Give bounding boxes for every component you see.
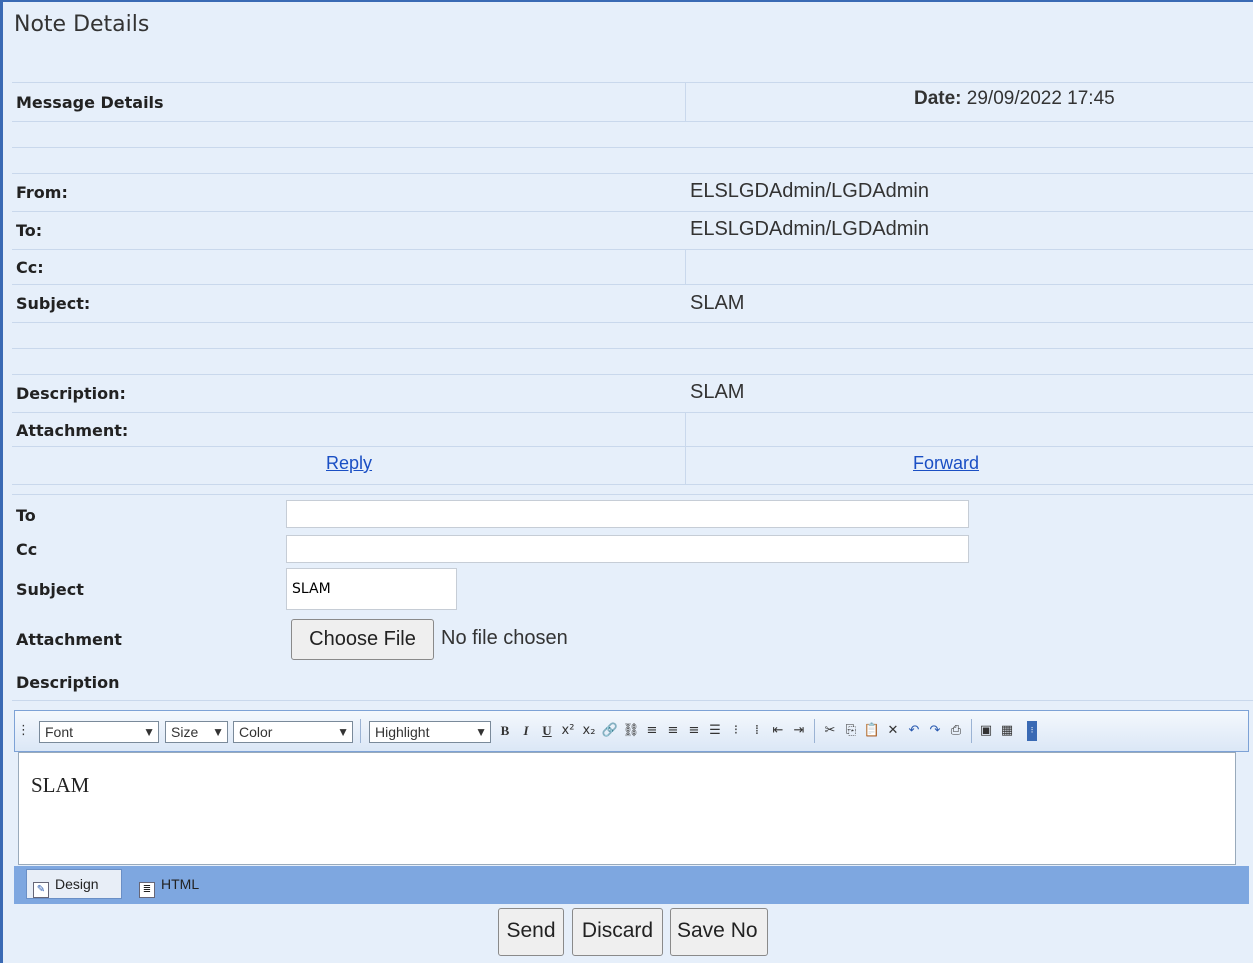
row-divider (12, 82, 1253, 83)
compose-to-input[interactable] (286, 500, 969, 528)
cut-icon[interactable]: ✂ (821, 721, 839, 741)
editor-mode-bar: ✎ Design ≣ HTML (14, 866, 1249, 904)
copy-icon[interactable]: ⎘ (842, 721, 860, 741)
row-divider (12, 412, 1253, 413)
table-icon[interactable]: ▦ (998, 721, 1016, 741)
font-select[interactable]: Font ▼ (39, 721, 159, 743)
no-file-text: No file chosen (441, 627, 568, 649)
subject-label: Subject: (16, 294, 91, 313)
justify-icon[interactable]: ☰ (706, 721, 724, 741)
row-divider (12, 494, 1253, 495)
compose-subject-label: Subject (16, 580, 84, 599)
image-icon[interactable]: ▣ (977, 721, 995, 741)
to-value: ELSLGDAdmin/LGDAdmin (690, 218, 929, 240)
chevron-down-icon: ▼ (212, 725, 224, 739)
size-select-label: Size (171, 724, 199, 740)
editor-content[interactable]: SLAM (18, 752, 1236, 865)
chevron-down-icon: ▼ (337, 725, 349, 739)
design-icon: ✎ (33, 882, 49, 898)
row-divider (12, 348, 1253, 349)
toolbar-overflow-icon[interactable]: ⁝ (1027, 721, 1037, 741)
from-value: ELSLGDAdmin/LGDAdmin (690, 180, 929, 202)
superscript-icon[interactable]: x² (559, 721, 577, 741)
color-select[interactable]: Color ▼ (233, 721, 353, 743)
column-divider (685, 413, 686, 484)
print-icon[interactable]: ⎙ (947, 721, 965, 741)
delete-icon[interactable]: ✕ (884, 721, 902, 741)
compose-cc-label: Cc (16, 540, 38, 559)
row-divider (12, 173, 1253, 174)
link-icon[interactable]: 🔗 (601, 721, 619, 741)
toolbar-separator (971, 719, 972, 743)
compose-attachment-label: Attachment (16, 630, 122, 649)
size-select[interactable]: Size ▼ (165, 721, 228, 743)
date-field: Date: 29/09/2022 17:45 (914, 88, 1115, 110)
choose-file-button[interactable]: Choose File (291, 619, 434, 660)
row-divider (12, 446, 1253, 447)
outdent-icon[interactable]: ⇤ (769, 721, 787, 741)
subscript-icon[interactable]: x₂ (580, 721, 598, 741)
html-icon: ≣ (139, 882, 155, 898)
column-divider (685, 250, 686, 284)
ordered-list-icon[interactable]: ⁝ (727, 721, 745, 741)
chevron-down-icon: ▼ (143, 725, 155, 739)
row-divider (12, 211, 1253, 212)
indent-icon[interactable]: ⇥ (790, 721, 808, 741)
redo-icon[interactable]: ↷ (926, 721, 944, 741)
description-value: SLAM (690, 381, 745, 403)
chevron-down-icon: ▼ (475, 725, 487, 739)
tab-design[interactable]: ✎ Design (26, 869, 122, 899)
row-divider (12, 284, 1253, 285)
undo-icon[interactable]: ↶ (905, 721, 923, 741)
column-divider (685, 83, 686, 121)
highlight-select-label: Highlight (375, 724, 430, 740)
unlink-icon[interactable]: ⛓ (622, 721, 640, 741)
reply-link[interactable]: Reply (326, 453, 372, 474)
row-divider (12, 374, 1253, 375)
bullet-list-icon[interactable]: ⁞ (748, 721, 766, 741)
paste-icon[interactable]: 📋 (863, 721, 881, 741)
color-select-label: Color (239, 724, 273, 740)
discard-button[interactable]: Discard (572, 908, 663, 956)
tab-design-label: Design (55, 876, 99, 892)
compose-subject-input[interactable] (286, 568, 457, 610)
toolbar-separator (814, 719, 815, 743)
page-title: Note Details (14, 12, 150, 37)
tab-html-label: HTML (161, 876, 200, 892)
font-select-label: Font (45, 724, 74, 740)
description-label: Description: (16, 384, 126, 403)
compose-cc-input[interactable] (286, 535, 969, 563)
forward-link[interactable]: Forward (913, 453, 979, 474)
row-divider (12, 121, 1253, 122)
subject-value: SLAM (690, 292, 745, 314)
date-value: 29/09/2022 17:45 (966, 88, 1115, 109)
highlight-select[interactable]: Highlight ▼ (369, 721, 491, 743)
compose-description-label: Description (16, 673, 120, 692)
cc-label: Cc: (16, 258, 44, 277)
bold-icon[interactable]: B (496, 721, 514, 741)
toolbar-separator (360, 719, 361, 743)
to-label: To: (16, 221, 43, 240)
from-label: From: (16, 183, 68, 202)
italic-icon[interactable]: I (517, 721, 535, 741)
send-button[interactable]: Send (498, 908, 564, 956)
row-divider (12, 249, 1253, 250)
compose-to-label: To (16, 506, 36, 525)
align-left-icon[interactable]: ≡ (643, 721, 661, 741)
message-details-heading: Message Details (16, 93, 164, 112)
date-label: Date: (914, 88, 962, 109)
save-button[interactable]: Save No (670, 908, 768, 956)
row-divider (12, 700, 1253, 701)
underline-icon[interactable]: U (538, 721, 556, 741)
tab-html[interactable]: ≣ HTML (132, 869, 212, 899)
row-divider (12, 147, 1253, 148)
row-divider (12, 484, 1253, 485)
row-divider (12, 322, 1253, 323)
editor-toolbar: ⋮ Font ▼ Size ▼ Color ▼ Highlight ▼ B I U x²… (14, 710, 1249, 752)
align-center-icon[interactable]: ≡ (664, 721, 682, 741)
align-right-icon[interactable]: ≡ (685, 721, 703, 741)
attachment-label: Attachment: (16, 421, 129, 440)
grip-icon[interactable]: ⋮ (17, 721, 30, 741)
